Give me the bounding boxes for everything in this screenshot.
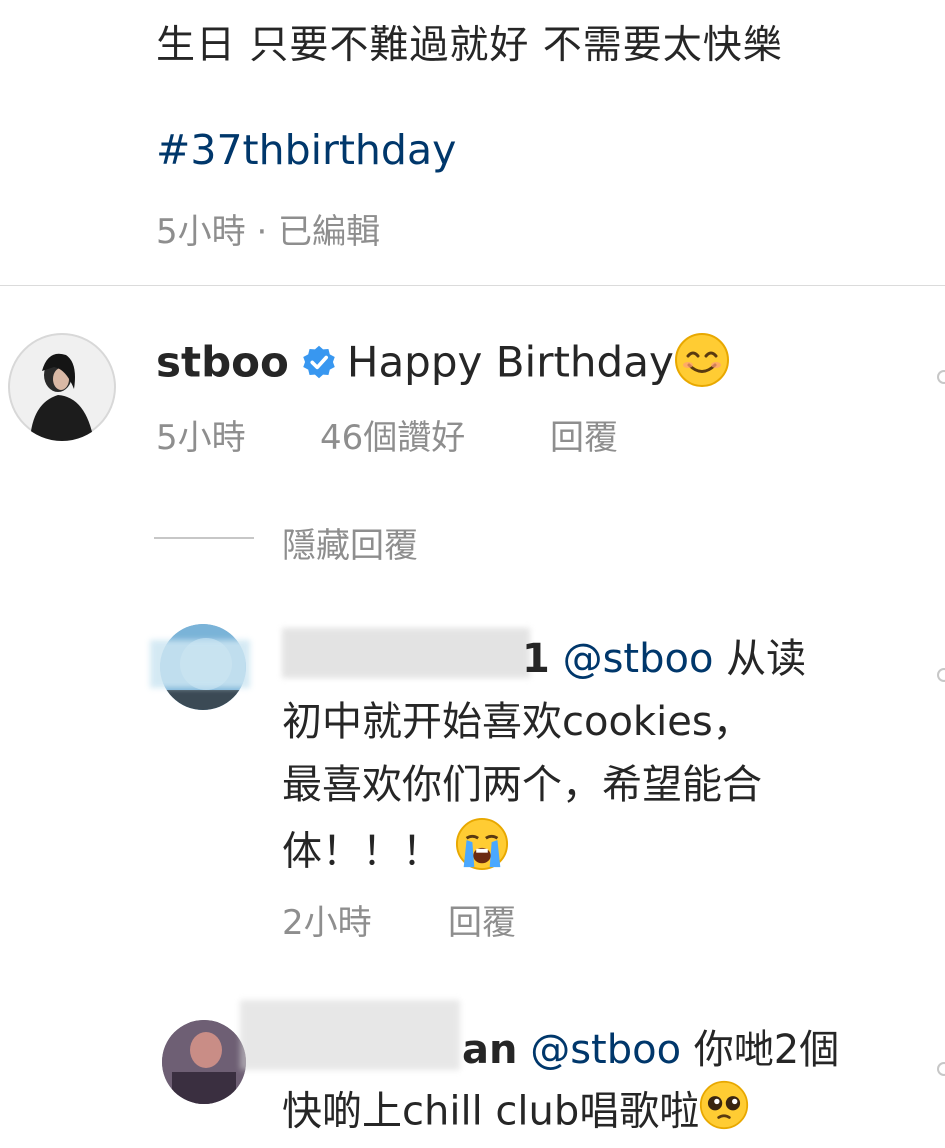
comment-text: 快啲上chill club唱歌啦	[282, 1088, 700, 1135]
smiling-face-icon	[674, 332, 730, 398]
comment-username[interactable]: stboo	[156, 338, 289, 387]
comment-text: 你哋2個	[693, 1027, 840, 1073]
loudly-crying-face-icon	[455, 817, 509, 890]
hashtag-link[interactable]: #37thbirthday	[156, 126, 456, 174]
comment-body: an @stboo 你哋2個 快啲上chill club唱歌啦	[282, 1020, 922, 1147]
post-meta: 5小時 · 已編輯	[156, 212, 381, 252]
comment-time: 2小時	[282, 903, 372, 943]
replies-line	[154, 537, 254, 539]
like-heart-icon[interactable]	[937, 668, 945, 682]
reply-button[interactable]: 回覆	[550, 410, 618, 459]
comment-username[interactable]: an	[462, 1027, 517, 1073]
avatar-photo-icon	[8, 333, 116, 441]
mention-link[interactable]: @stboo	[563, 636, 714, 682]
comment-body: 1 @stboo 从读 初中就开始喜欢cookies， 最喜欢你们两个，希望能合…	[282, 628, 902, 890]
reply-button[interactable]: 回覆	[448, 895, 516, 944]
comment-text: 初中就开始喜欢cookies，	[282, 699, 753, 745]
comment-text: 最喜欢你们两个，希望能合	[282, 762, 762, 808]
divider	[0, 285, 945, 286]
comment-likes[interactable]: 46個讚好	[320, 410, 465, 459]
mention-link[interactable]: @stboo	[530, 1027, 681, 1073]
comment-time: 5小時	[156, 418, 246, 458]
avatar[interactable]	[162, 1020, 246, 1104]
comment-username[interactable]: 1	[522, 636, 550, 682]
like-heart-icon[interactable]	[937, 1062, 945, 1076]
avatar[interactable]	[8, 333, 116, 441]
comment-line: stboo Happy Birthday	[156, 332, 730, 398]
verified-badge-icon	[301, 341, 337, 390]
post-caption: 生日 只要不難過就好 不需要太快樂	[156, 23, 783, 68]
comment-text: Happy Birthday	[346, 337, 674, 387]
avatar-photo-icon	[162, 1020, 246, 1104]
comment-text: 从读	[726, 636, 807, 682]
pleading-face-icon	[699, 1080, 749, 1147]
like-heart-icon[interactable]	[937, 370, 945, 384]
comment-text: 体！！！	[282, 828, 442, 875]
blur-overlay	[150, 640, 250, 688]
hide-replies-button[interactable]: 隱藏回覆	[282, 518, 418, 567]
